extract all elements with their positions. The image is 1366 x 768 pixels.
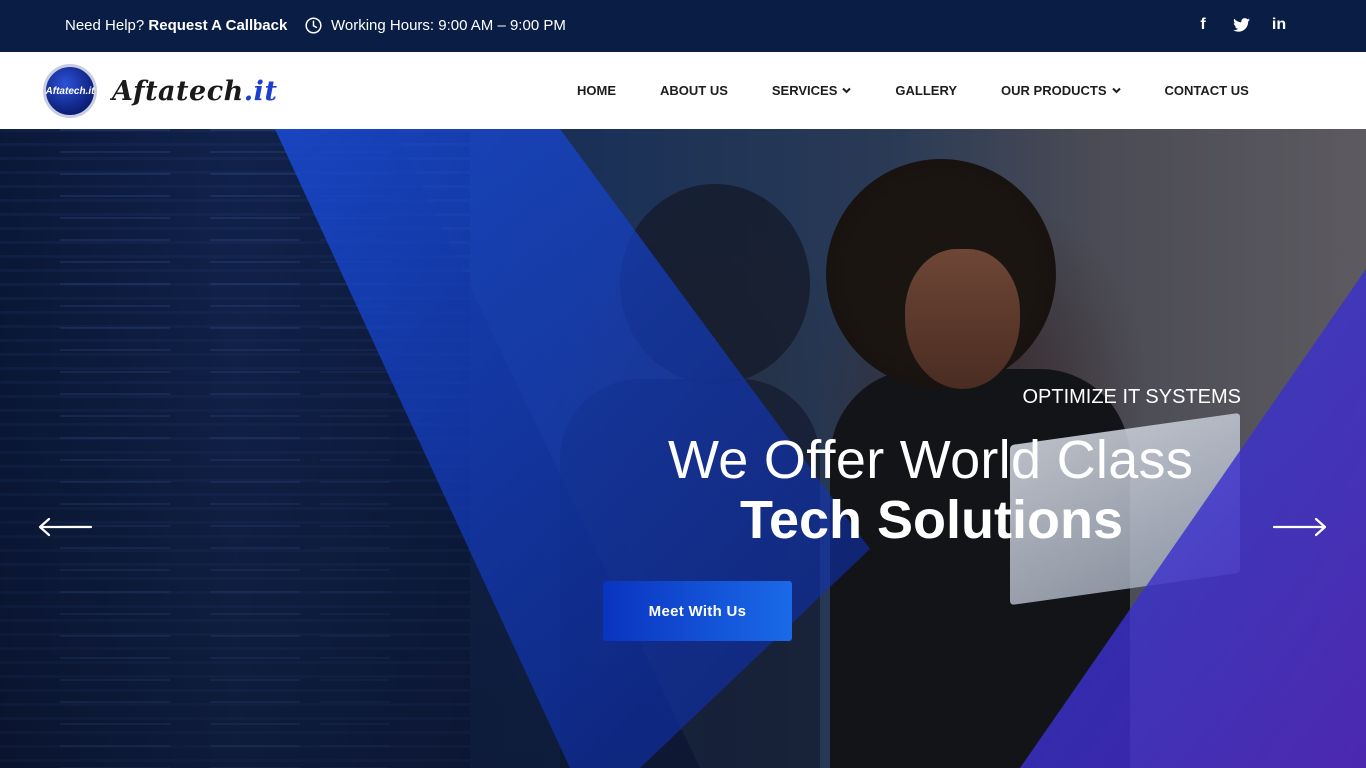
twitter-icon[interactable] bbox=[1232, 15, 1250, 35]
main-header: Aftatech.it Aftatech.it HOME ABOUT US SE… bbox=[0, 52, 1366, 129]
facebook-icon[interactable]: f bbox=[1194, 15, 1212, 35]
working-hours-text: Working Hours: 9:00 AM – 9:00 PM bbox=[331, 17, 566, 34]
logo-badge: Aftatech.it bbox=[43, 64, 97, 118]
nav-item-label: OUR PRODUCTS bbox=[1001, 83, 1107, 98]
nav-item-services[interactable]: SERVICES bbox=[772, 83, 852, 98]
nav-item-about-us[interactable]: ABOUT US bbox=[660, 83, 728, 98]
arrow-right-icon[interactable] bbox=[1272, 517, 1328, 537]
nav-item-our-products[interactable]: OUR PRODUCTS bbox=[1001, 83, 1121, 98]
chevron-down-icon bbox=[842, 87, 852, 94]
request-callback-link[interactable]: Request A Callback bbox=[148, 17, 287, 34]
social-links: f in bbox=[1194, 15, 1288, 35]
meet-with-us-button[interactable]: Meet With Us bbox=[603, 581, 792, 641]
logo-text: Aftatech bbox=[112, 75, 244, 107]
help-text: Need Help? Request A Callback bbox=[65, 17, 287, 34]
nav-item-home[interactable]: HOME bbox=[577, 83, 616, 98]
hero-kicker: OPTIMIZE IT SYSTEMS bbox=[1022, 386, 1241, 408]
top-bar: Need Help? Request A Callback Working Ho… bbox=[0, 0, 1366, 52]
nav-item-contact-us[interactable]: CONTACT US bbox=[1165, 83, 1249, 98]
linkedin-icon[interactable]: in bbox=[1270, 15, 1288, 35]
chevron-down-icon bbox=[1111, 87, 1121, 94]
hero-headline-line2: Tech Solutions bbox=[740, 490, 1124, 550]
nav-item-label: CONTACT US bbox=[1164, 83, 1249, 98]
help-prefix: Need Help? bbox=[65, 17, 145, 34]
clock-icon bbox=[305, 17, 322, 34]
logo-badge-text: Aftatech.it bbox=[45, 85, 95, 97]
hero-headline-line1: We Offer World Class bbox=[668, 430, 1194, 490]
logo-dot-text: .it bbox=[243, 75, 278, 107]
working-hours: Working Hours: 9:00 AM – 9:00 PM bbox=[305, 17, 566, 34]
nav-item-label: HOME bbox=[577, 83, 616, 98]
hero-slider: OPTIMIZE IT SYSTEMS We Offer World Class… bbox=[0, 129, 1366, 768]
logo-wordmark: Aftatech.it bbox=[112, 76, 277, 107]
nav-item-label: ABOUT US bbox=[660, 83, 728, 98]
nav-item-label: GALLERY bbox=[895, 83, 958, 98]
nav-item-gallery[interactable]: GALLERY bbox=[895, 83, 957, 98]
site-logo[interactable]: Aftatech.it Aftatech.it bbox=[43, 64, 277, 118]
nav-item-label: SERVICES bbox=[771, 83, 838, 98]
main-nav: HOME ABOUT US SERVICES GALLERY OUR PRODU… bbox=[577, 52, 1249, 129]
arrow-left-icon[interactable] bbox=[37, 517, 93, 537]
